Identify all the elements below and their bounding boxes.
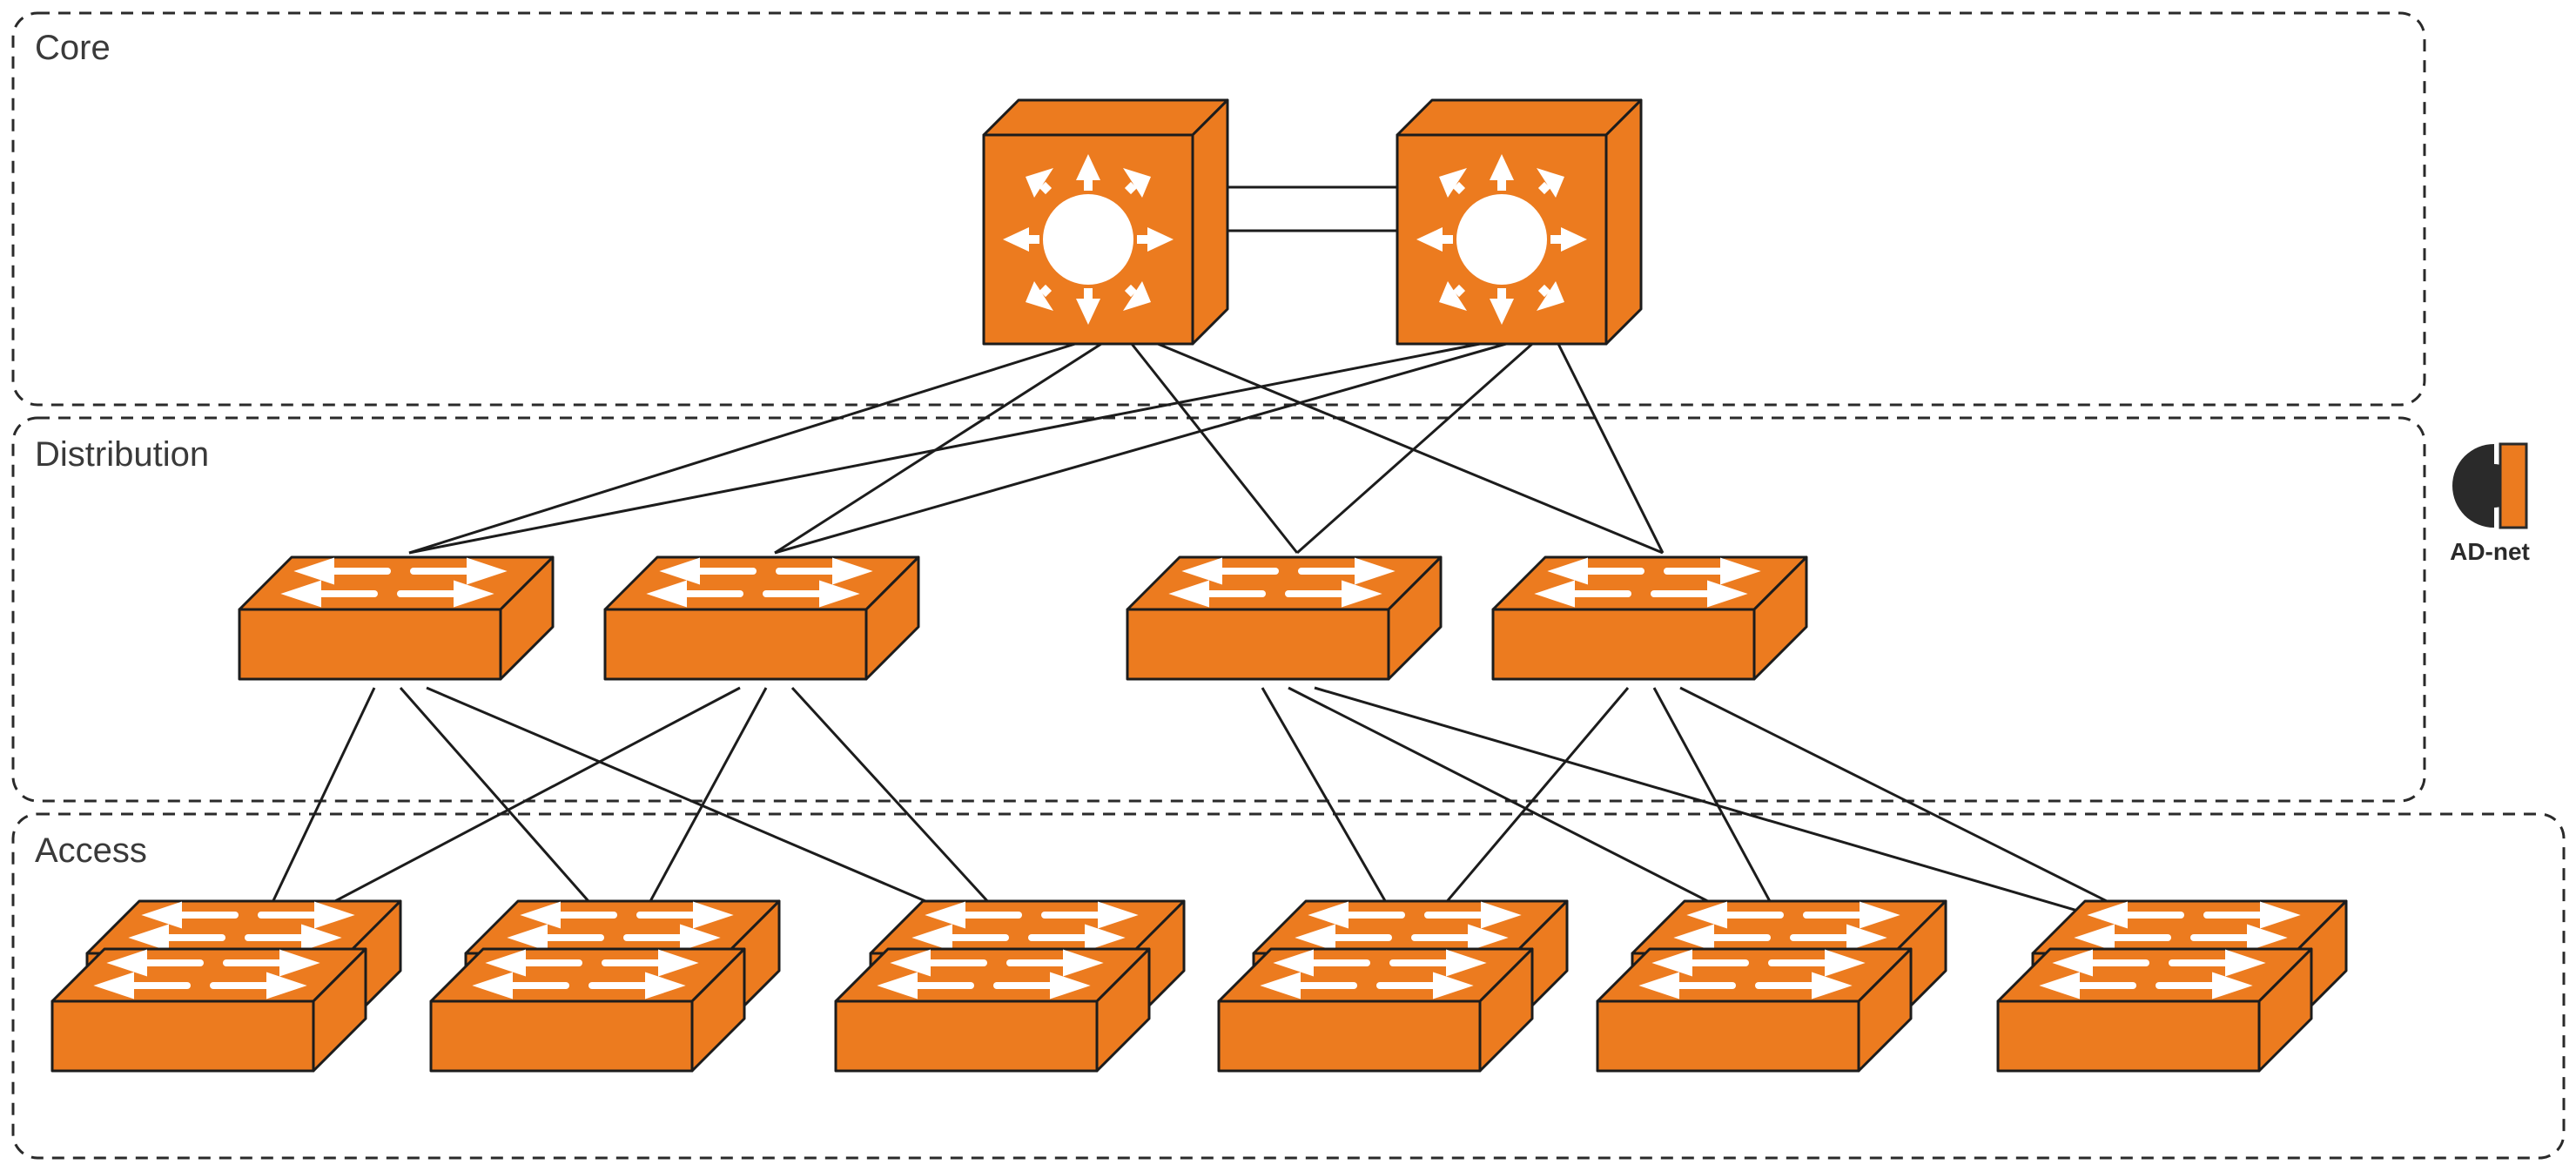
- adnet-logo-text: AD-net: [2450, 538, 2530, 565]
- distribution-switch-1: [239, 557, 553, 679]
- core-layer-label: Core: [35, 29, 111, 67]
- access-switch-pair-3: [836, 901, 1184, 1071]
- core-distribution-links: [409, 344, 1663, 553]
- svg-text:net: net: [2529, 477, 2551, 504]
- access-switch-pair-5: [1597, 901, 1946, 1071]
- distribution-switch-4: [1493, 557, 1806, 679]
- distribution-switch-2: [605, 557, 918, 679]
- access-switch-pair-1: [52, 901, 400, 1071]
- distribution-switch-3: [1127, 557, 1441, 679]
- core-router-1: [984, 100, 1227, 344]
- core-router-2: [1397, 100, 1641, 344]
- access-switch-pair-4: [1219, 901, 1567, 1071]
- access-switch-pair-6: [1998, 901, 2346, 1071]
- access-switch-pair-2: [431, 901, 779, 1071]
- adnet-logo: net AD-net: [2450, 444, 2551, 565]
- access-layer-label: Access: [35, 831, 147, 870]
- network-topology-diagram: Core Distribution Access net AD-net: [0, 0, 2576, 1171]
- distribution-layer-label: Distribution: [35, 435, 209, 474]
